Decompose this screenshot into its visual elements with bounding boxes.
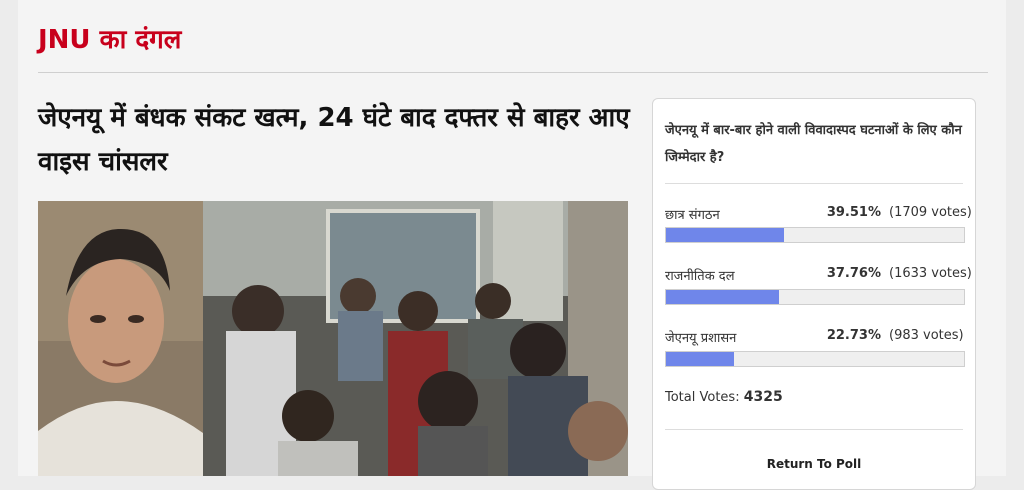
- poll-answer-label: राजनीतिक दल: [665, 269, 735, 284]
- poll-divider: [665, 429, 963, 430]
- poll-answer-bar-fill: [666, 228, 784, 242]
- section-divider: [38, 72, 988, 73]
- poll-answer-bar: [665, 351, 965, 367]
- poll-widget: जेएनयू में बार-बार होने वाली विवादास्पद …: [652, 98, 976, 490]
- poll-question: जेएनयू में बार-बार होने वाली विवादास्पद …: [665, 123, 962, 165]
- poll-answer-votes: (1633 votes): [889, 266, 972, 281]
- poll-answer-percent: 37.76%: [826, 266, 881, 281]
- poll-answer-votes: (1709 votes): [889, 205, 972, 220]
- poll-total-value: 4325: [743, 389, 783, 405]
- poll-answer-label: जेएनयू प्रशासन: [665, 331, 737, 346]
- poll-divider: [665, 183, 963, 184]
- poll-answer-bar-fill: [666, 352, 734, 366]
- poll-total: Total Votes: 4325: [665, 389, 783, 405]
- article-headline[interactable]: जेएनयू में बंधक संकट खत्म, 24 घंटे बाद द…: [38, 96, 638, 184]
- section-title[interactable]: JNU का दंगल: [38, 20, 181, 56]
- article-photo-image: [38, 201, 628, 476]
- poll-answer-percent: 22.73%: [826, 328, 881, 343]
- return-to-poll-link[interactable]: Return To Poll: [653, 457, 975, 471]
- poll-answer-bar: [665, 289, 965, 305]
- poll-answer-bar-fill: [666, 290, 779, 304]
- article-photo[interactable]: [38, 201, 628, 476]
- poll-answer-votes: (983 votes): [889, 328, 964, 343]
- poll-total-label: Total Votes:: [665, 390, 740, 405]
- poll-answer-percent: 39.51%: [826, 205, 881, 220]
- poll-answer-label: छात्र संगठन: [665, 208, 720, 223]
- poll-answer-bar: [665, 227, 965, 243]
